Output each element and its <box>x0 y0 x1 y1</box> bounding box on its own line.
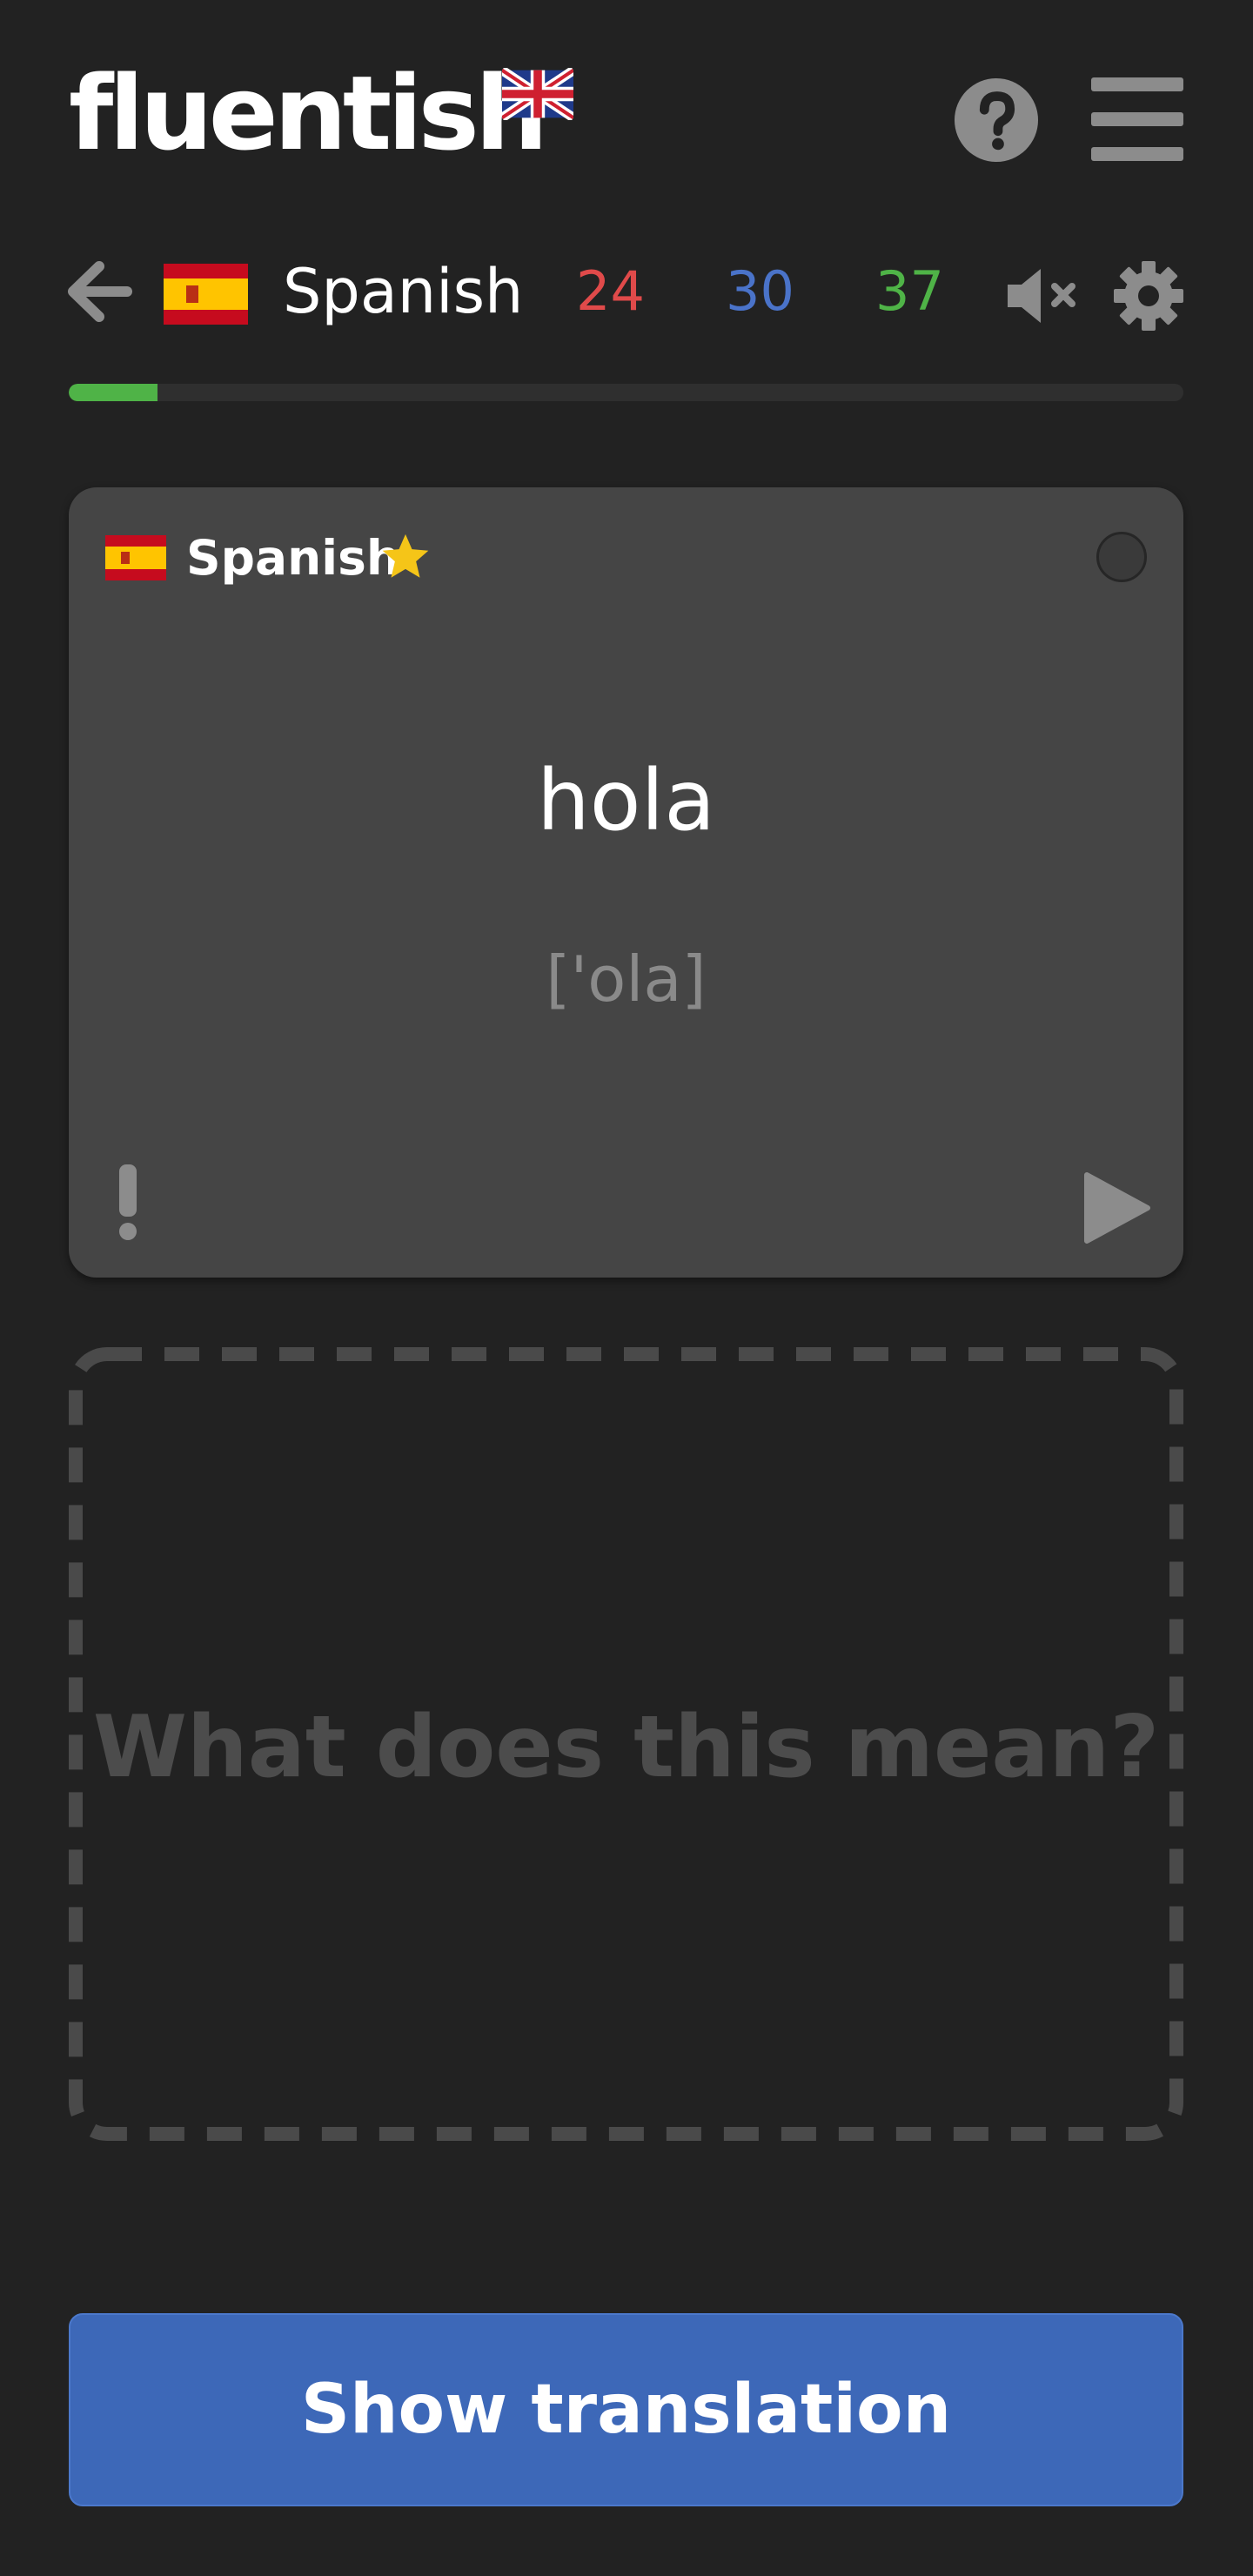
card-language-label: Spanish <box>186 530 400 586</box>
card-phonetic: ['ola] <box>546 943 707 1016</box>
star-icon[interactable] <box>377 531 434 585</box>
count-red: 24 <box>576 259 645 323</box>
gear-icon[interactable] <box>1114 261 1183 331</box>
hamburger-menu-icon[interactable] <box>1091 77 1183 161</box>
exclamation-icon[interactable] <box>105 1164 151 1241</box>
count-blue: 30 <box>726 259 794 323</box>
arrow-left-icon[interactable] <box>66 261 132 322</box>
uk-flag-icon <box>502 68 573 120</box>
show-translation-button[interactable]: Show translation <box>69 2313 1183 2506</box>
spain-flag-icon <box>164 264 248 325</box>
count-green: 37 <box>875 259 944 323</box>
word-card: Spanish hola ['ola] <box>69 487 1183 1278</box>
progress-fill <box>69 384 158 401</box>
logo-text: fluentish <box>69 53 548 173</box>
card-word: hola <box>536 752 716 849</box>
progress-bar <box>69 384 1183 401</box>
spain-flag-icon <box>105 535 166 580</box>
app-logo[interactable]: fluentish <box>69 53 573 173</box>
answer-box[interactable]: What does this mean? <box>69 1347 1183 2141</box>
course-language: Spanish <box>283 256 524 327</box>
speaker-muted-icon[interactable] <box>1006 265 1081 326</box>
answer-placeholder: What does this mean? <box>92 1698 1160 1797</box>
card-select-circle[interactable] <box>1096 532 1147 582</box>
help-icon[interactable] <box>954 77 1039 163</box>
play-icon[interactable] <box>1082 1171 1151 1244</box>
